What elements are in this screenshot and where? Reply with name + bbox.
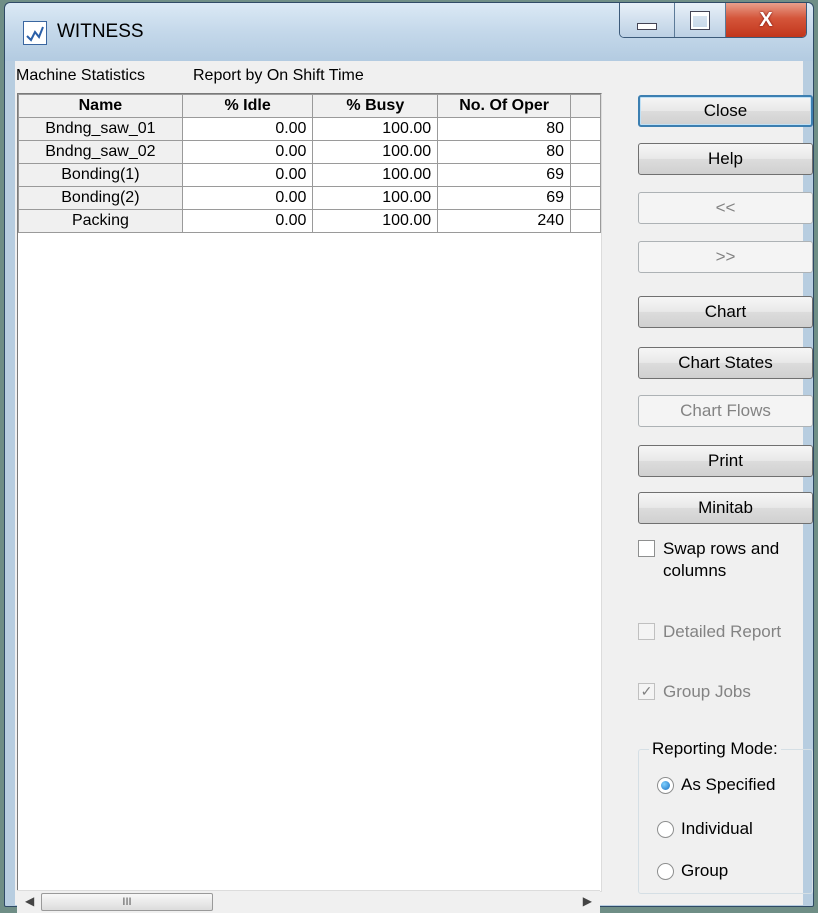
col-header-name[interactable]: Name [18, 94, 183, 118]
menu-report-by-on-shift-time[interactable]: Report by On Shift Time [193, 67, 364, 85]
maximize-icon [690, 10, 710, 30]
col-header-truncated[interactable] [570, 94, 601, 118]
cell-busy[interactable]: 100.00 [312, 117, 439, 141]
cell-busy[interactable]: 100.00 [312, 209, 439, 233]
col-header-idle[interactable]: % Idle [181, 94, 314, 118]
chart-flows-button[interactable]: Chart Flows [638, 395, 813, 427]
radio-unselected-icon[interactable] [657, 863, 674, 880]
cell-idle[interactable]: 0.00 [181, 186, 314, 210]
menu-machine-statistics[interactable]: Machine Statistics [16, 67, 145, 85]
table-row[interactable]: Bonding(1) 0.00 100.00 69 [18, 163, 601, 187]
dialog-client-area: Machine Statistics Report by On Shift Ti… [15, 61, 813, 913]
row-name[interactable]: Bndng_saw_02 [18, 140, 183, 164]
table-header-row: Name % Idle % Busy No. Of Oper [18, 94, 601, 118]
checkmark-icon[interactable]: ✓ [638, 683, 655, 700]
checkbox-label: Group Jobs [663, 682, 751, 701]
minimize-icon [637, 22, 657, 30]
table-row[interactable]: Bndng_saw_02 0.00 100.00 80 [18, 140, 601, 164]
radio-label: Individual [681, 819, 753, 838]
maximize-button[interactable] [675, 3, 726, 37]
cell-oper[interactable]: 69 [437, 163, 572, 187]
close-icon: X [759, 8, 773, 31]
statistics-table: Name % Idle % Busy No. Of Oper Bndng_saw… [18, 94, 601, 233]
cell-busy[interactable]: 100.00 [312, 140, 439, 164]
previous-button[interactable]: << [638, 192, 813, 224]
cell-oper[interactable]: 240 [437, 209, 572, 233]
cell-truncated[interactable] [570, 186, 601, 210]
cell-idle[interactable]: 0.00 [181, 163, 314, 187]
cell-busy[interactable]: 100.00 [312, 163, 439, 187]
checkbox-box[interactable] [638, 623, 655, 640]
cell-truncated[interactable] [570, 163, 601, 187]
row-name[interactable]: Bonding(1) [18, 163, 183, 187]
chart-button[interactable]: Chart [638, 296, 813, 328]
radio-selected-icon[interactable] [657, 777, 674, 794]
table-row[interactable]: Bndng_saw_01 0.00 100.00 80 [18, 117, 601, 141]
row-name[interactable]: Bndng_saw_01 [18, 117, 183, 141]
print-button[interactable]: Print [638, 445, 813, 477]
table-row[interactable]: Bonding(2) 0.00 100.00 69 [18, 186, 601, 210]
statistics-grid[interactable]: Name % Idle % Busy No. Of Oper Bndng_saw… [17, 93, 602, 892]
help-button[interactable]: Help [638, 143, 813, 175]
cell-truncated[interactable] [570, 140, 601, 164]
cell-oper[interactable]: 69 [437, 186, 572, 210]
window-close-button[interactable]: X [726, 3, 806, 37]
cell-idle[interactable]: 0.00 [181, 140, 314, 164]
scroll-right-arrow-icon[interactable]: ▶ [583, 894, 592, 908]
cell-oper[interactable]: 80 [437, 140, 572, 164]
checkbox-box[interactable] [638, 540, 655, 557]
col-header-busy[interactable]: % Busy [312, 94, 439, 118]
window-controls: X [619, 3, 807, 38]
title-bar[interactable]: WITNESS X [5, 3, 813, 61]
cell-truncated[interactable] [570, 117, 601, 141]
minimize-button[interactable] [620, 3, 675, 37]
scroll-thumb[interactable]: III [41, 893, 213, 911]
next-button[interactable]: >> [638, 241, 813, 273]
report-header: Machine Statistics Report by On Shift Ti… [15, 61, 803, 91]
reporting-mode-group: Reporting Mode: As Specified Individual … [638, 739, 813, 894]
checkbox-label: Swap rows and columns [663, 539, 780, 580]
row-name[interactable]: Packing [18, 209, 183, 233]
radio-unselected-icon[interactable] [657, 821, 674, 838]
horizontal-scrollbar[interactable]: ◀ III ▶ [17, 890, 600, 913]
chart-states-button[interactable]: Chart States [638, 347, 813, 379]
witness-window: WITNESS X Machine Statistics Report by O… [4, 2, 814, 913]
witness-app-icon[interactable] [23, 21, 47, 45]
cell-idle[interactable]: 0.00 [181, 117, 314, 141]
cell-oper[interactable]: 80 [437, 117, 572, 141]
minitab-button[interactable]: Minitab [638, 492, 813, 524]
close-button[interactable]: Close [638, 95, 813, 127]
cell-idle[interactable]: 0.00 [181, 209, 314, 233]
radio-label: As Specified [681, 775, 776, 794]
checkbox-label: Detailed Report [663, 622, 782, 641]
row-name[interactable]: Bonding(2) [18, 186, 183, 210]
scroll-left-arrow-icon[interactable]: ◀ [25, 894, 34, 908]
cell-busy[interactable]: 100.00 [312, 186, 439, 210]
window-title: WITNESS [57, 21, 144, 42]
table-row[interactable]: Packing 0.00 100.00 240 [18, 209, 601, 233]
col-header-oper[interactable]: No. Of Oper [437, 94, 572, 118]
radio-label: Group [681, 861, 729, 880]
reporting-mode-title: Reporting Mode: [649, 739, 781, 759]
cell-truncated[interactable] [570, 209, 601, 233]
